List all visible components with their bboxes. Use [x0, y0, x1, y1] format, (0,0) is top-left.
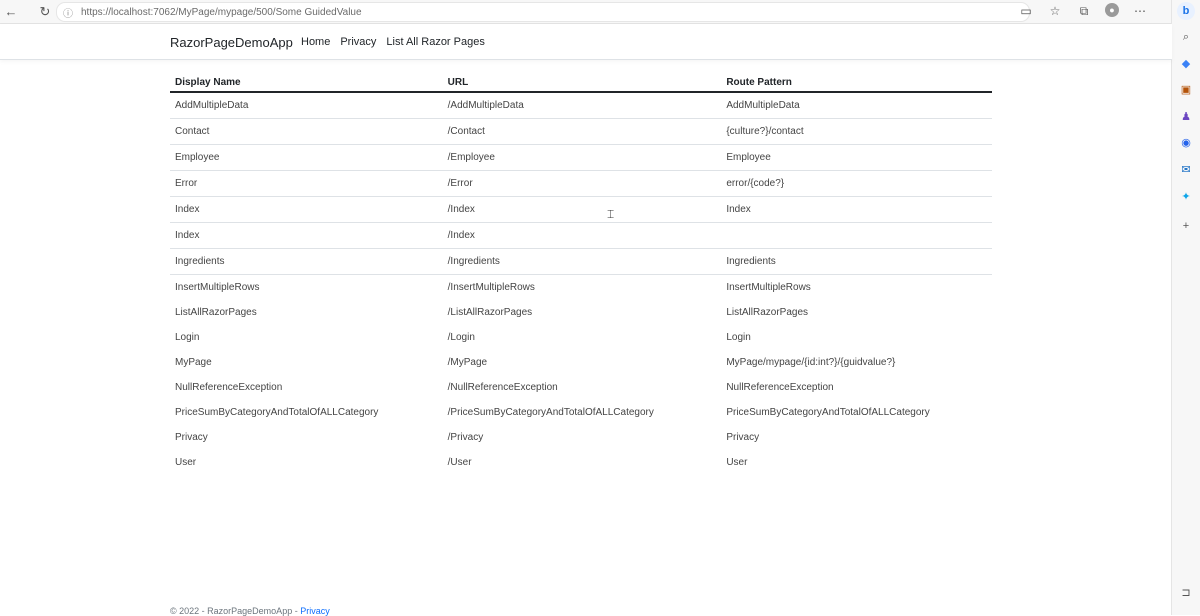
cell-route-pattern: PriceSumByCategoryAndTotalOfALLCategory: [726, 407, 930, 418]
address-url[interactable]: https://localhost:7062/MyPage/mypage/500…: [81, 7, 362, 18]
cell-display-name: AddMultipleData: [170, 92, 443, 119]
cell-display-name: Index: [170, 222, 443, 249]
table-header-row: Display Name URL Route Pattern: [170, 73, 992, 93]
cell-display-name: MyPage: [175, 357, 212, 368]
cell-url: /InsertMultipleRows: [447, 282, 535, 293]
cell-url: /User: [447, 457, 472, 468]
edge-sidebar: b ⌕ ◆ ▣ ♟ ◉ ✉ ✦ + ⊐: [1171, 0, 1200, 615]
cell-display-name: Index: [170, 196, 443, 223]
person-icon[interactable]: ♟: [1177, 107, 1195, 125]
cell-route-pattern: ListAllRazorPages: [726, 307, 809, 318]
tag-icon[interactable]: ◆: [1177, 54, 1195, 72]
cell-url: /Employee: [442, 144, 722, 171]
cell-route-pattern: Employee: [721, 144, 992, 171]
nav-links: Home Privacy List All Razor Pages: [301, 36, 485, 48]
table-row: InsertMultipleRows/InsertMultipleRows Ins…: [170, 275, 992, 301]
cell-display-name: Error: [170, 170, 443, 197]
header-route-pattern: Route Pattern: [721, 73, 992, 93]
sparkle-icon[interactable]: ✦: [1177, 187, 1195, 205]
cell-route-pattern: InsertMultipleRows: [726, 282, 811, 293]
table-row: Index/Index Index: [170, 196, 992, 223]
cell-url: /NullReferenceException: [447, 382, 558, 393]
nav-list-all-razor-pages[interactable]: List All Razor Pages: [386, 36, 484, 48]
cell-display-name: PriceSumByCategoryAndTotalOfALLCategory: [175, 407, 379, 418]
cell-route-pattern: Ingredients: [721, 248, 992, 275]
app-navbar: RazorPageDemoApp Home Privacy List All R…: [0, 24, 1172, 60]
cell-url: /Privacy: [447, 432, 484, 443]
table-row: NullReferenceException/NullReferenceExce…: [170, 375, 992, 400]
table-row: PriceSumByCategoryAndTotalOfALLCategory /…: [170, 400, 992, 425]
cell-url: /PriceSumByCategoryAndTotalOfALLCategory: [447, 407, 654, 418]
cell-route-pattern: Privacy: [726, 432, 760, 443]
add-icon[interactable]: +: [1177, 217, 1195, 235]
table-row: ListAllRazorPages/ListAllRazorPages ListA…: [170, 300, 992, 325]
office-icon[interactable]: ◉: [1177, 133, 1195, 151]
table-row: Employee/Employee Employee: [170, 144, 992, 171]
cell-url: /ListAllRazorPages: [447, 307, 533, 318]
table-row: Ingredients/Ingredients Ingredients: [170, 248, 992, 275]
nav-privacy[interactable]: Privacy: [340, 36, 376, 48]
cell-url: /Contact: [442, 118, 722, 145]
header-url: URL: [442, 73, 722, 93]
cell-url: /Login: [447, 332, 475, 343]
table-row: MyPage/MyPage MyPage/mypage/{id:int?}/{gu…: [170, 350, 992, 375]
refresh-icon[interactable]: ↻: [34, 1, 56, 23]
cell-route-pattern: AddMultipleData: [721, 92, 992, 119]
cell-url: /MyPage: [447, 357, 488, 368]
cell-url: /Ingredients: [442, 248, 722, 275]
search-icon[interactable]: ⌕: [1177, 28, 1195, 46]
info-icon[interactable]: ⓘ: [63, 5, 77, 20]
mouse-cursor-icon: ⌶: [607, 207, 615, 221]
cell-display-name: Contact: [170, 118, 443, 145]
cell-display-name: InsertMultipleRows: [175, 282, 260, 293]
table-body: AddMultipleData/AddMultipleData AddMultip…: [170, 92, 992, 475]
cell-display-name: User: [175, 457, 197, 468]
table-row: Privacy/Privacy Privacy: [170, 425, 992, 450]
cell-display-name: ListAllRazorPages: [175, 307, 257, 318]
cell-display-name: Ingredients: [170, 248, 443, 275]
table-row: Index/Index: [170, 222, 992, 249]
cell-route-pattern: [721, 222, 992, 249]
cell-url: /Error: [442, 170, 722, 197]
cell-route-pattern: MyPage/mypage/{id:int?}/{guidvalue?}: [726, 357, 896, 368]
cell-url: /Index: [442, 222, 722, 249]
table-row: AddMultipleData/AddMultipleData AddMultip…: [170, 92, 992, 119]
favorite-icon[interactable]: ☆: [1047, 3, 1063, 19]
profile-avatar[interactable]: ●: [1105, 3, 1119, 17]
back-icon[interactable]: ←: [0, 1, 22, 23]
table-row: User/User User: [170, 450, 992, 475]
cell-route-pattern: Index: [721, 196, 992, 223]
cell-route-pattern: NullReferenceException: [726, 382, 834, 393]
toolbar-icons: ▭ ☆ ⧉ ● ⋯: [1018, 3, 1148, 19]
table-row: Error/Error error/{code?}: [170, 170, 992, 197]
pages-table: Display Name URL Route Pattern AddMultip…: [170, 73, 992, 475]
sidebar-toggle-icon[interactable]: ⊐: [1177, 583, 1195, 601]
brand-link[interactable]: RazorPageDemoApp: [170, 35, 293, 50]
cell-url: /AddMultipleData: [442, 92, 722, 119]
nav-home[interactable]: Home: [301, 36, 330, 48]
more-icon[interactable]: ⋯: [1132, 3, 1148, 19]
table-row: Login/Login Login: [170, 325, 992, 350]
cell-route-pattern: User: [726, 457, 748, 468]
cell-display-name: NullReferenceException: [175, 382, 283, 393]
header-display-name: Display Name: [170, 73, 443, 93]
split-screen-icon[interactable]: ▭: [1018, 3, 1034, 19]
cell-route-pattern: {culture?}/contact: [721, 118, 992, 145]
cell-display-name: Employee: [170, 144, 443, 171]
cell-url: /Index: [442, 196, 722, 223]
address-bar[interactable]: ⓘ https://localhost:7062/MyPage/mypage/5…: [56, 2, 1030, 22]
bing-icon[interactable]: b: [1177, 2, 1195, 20]
cell-route-pattern: Login: [726, 332, 751, 343]
cell-display-name: Privacy: [175, 432, 208, 443]
outlook-icon[interactable]: ✉: [1177, 160, 1195, 178]
cell-route-pattern: error/{code?}: [721, 170, 992, 197]
browser-toolbar: ← ↻ ⓘ https://localhost:7062/MyPage/mypa…: [0, 0, 1172, 24]
collections-icon[interactable]: ⧉: [1076, 3, 1092, 19]
briefcase-icon[interactable]: ▣: [1177, 80, 1195, 98]
table-row: Contact/Contact {culture?}/contact: [170, 118, 992, 145]
cell-display-name: Login: [175, 332, 200, 343]
pages-table-container: Display Name URL Route Pattern AddMultip…: [170, 73, 992, 475]
